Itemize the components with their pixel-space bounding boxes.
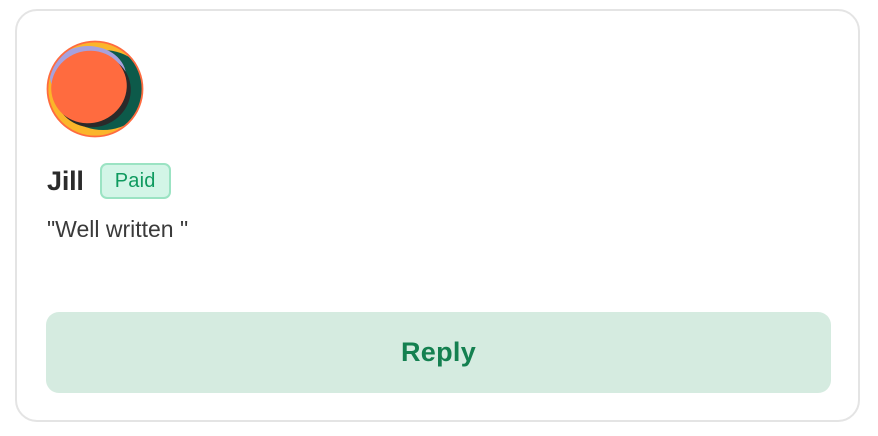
paid-badge: Paid [99, 163, 171, 199]
comment-text: "Well written " [47, 216, 189, 242]
author-name: Jill [47, 165, 84, 196]
comment-card: Jill Paid "Well written " Reply [15, 9, 860, 422]
abstract-avatar-icon [46, 40, 144, 138]
avatar[interactable] [46, 40, 144, 138]
reply-button[interactable]: Reply [46, 312, 831, 393]
author-row: Jill Paid [47, 161, 171, 201]
